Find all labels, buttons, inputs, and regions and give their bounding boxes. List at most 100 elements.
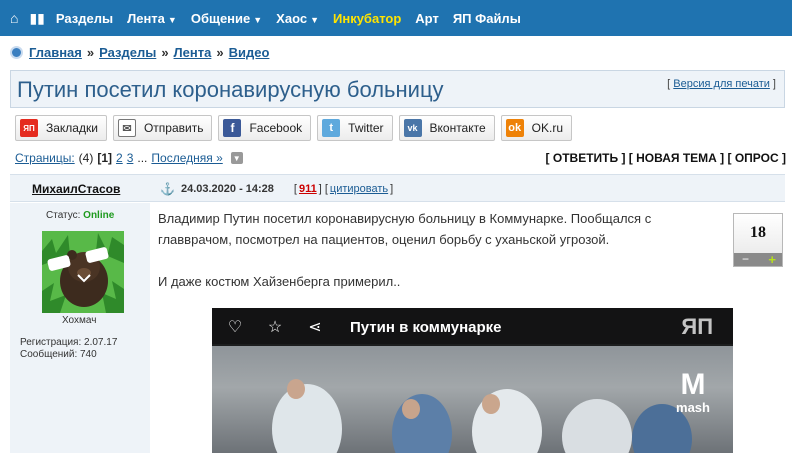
print-version: [ Версия для печати ] xyxy=(667,78,776,90)
anchor-icon[interactable]: ⚓ xyxy=(160,182,175,196)
page-jump-dropdown-icon[interactable]: ▼ xyxy=(230,152,243,164)
post-paragraph: Владимир Путин посетил коронавирусную бо… xyxy=(158,211,652,247)
rate-down-icon[interactable]: − xyxy=(742,253,749,266)
bear-avatar-image xyxy=(42,231,124,313)
share-icon[interactable]: ⋖ xyxy=(306,317,324,337)
top-navigation: ⌂ ▮▮ Разделы Лента ▼ Общение ▼ Хаос ▼ Инкубатор… xyxy=(0,0,792,36)
nav-items: Разделы Лента ▼ Общение ▼ Хаос ▼ Инкубатор Арт ЯП… xyxy=(56,11,535,26)
share-button[interactable]: ok OK.ru xyxy=(500,115,572,141)
topic-actions: [ ОТВЕТИТЬ ] [ НОВАЯ ТЕМА ] [ ОПРОС ] xyxy=(545,151,786,165)
user-messages: Сообщений: 740 xyxy=(20,349,97,360)
pages-count: (4) xyxy=(78,151,94,165)
video-player[interactable]: ♡ ☆ ⋖ Путин в коммунарке ЯП M mash xyxy=(212,308,733,453)
breadcrumb-sections[interactable]: Разделы xyxy=(99,45,156,60)
rating-controls: − + xyxy=(734,253,782,266)
share-button-label: Закладки xyxy=(46,121,98,135)
reply-button[interactable]: ОТВЕТИТЬ xyxy=(553,151,618,165)
mash-logo-mark: M xyxy=(680,368,706,401)
post-body: Владимир Путин посетил коронавирусную бо… xyxy=(158,208,718,313)
share-button-label: Вконтакте xyxy=(429,121,486,135)
poll-button[interactable]: ОПРОС xyxy=(735,151,779,165)
nav-item[interactable]: ЯП Файлы xyxy=(453,11,521,26)
breadcrumb-home[interactable]: Главная xyxy=(29,45,82,60)
mail-icon: ✉ xyxy=(117,119,136,137)
face-shape xyxy=(482,394,500,414)
breadcrumb-separator: » xyxy=(86,44,95,60)
ok-icon: ok xyxy=(505,119,524,137)
user-rank: Хохмач xyxy=(62,315,97,326)
video-frame xyxy=(212,344,733,453)
mash-logo-text: mash xyxy=(676,400,710,415)
twitter-icon: t xyxy=(322,119,341,137)
breadcrumb-bullet-icon xyxy=(10,45,23,59)
status-online: Online xyxy=(83,210,115,221)
post-author[interactable]: МихаилСтасов xyxy=(32,182,120,196)
share-button-label: Отправить xyxy=(143,121,204,135)
nav-item-label: Инкубатор xyxy=(333,10,402,26)
share-button[interactable]: ✉ Отправить xyxy=(112,115,213,141)
breadcrumb-separator: » xyxy=(161,44,169,60)
last-page-link[interactable]: Последняя » xyxy=(151,151,222,165)
avatar[interactable] xyxy=(42,231,124,313)
nav-item[interactable]: Инкубатор xyxy=(333,11,401,26)
new-topic-button[interactable]: НОВАЯ ТЕМА xyxy=(636,151,717,165)
nav-item-label: Арт xyxy=(415,10,439,26)
facebook-icon: f xyxy=(223,119,242,137)
pages-label[interactable]: Страницы: xyxy=(15,151,75,165)
user-panel: Статус: Online Хохмач Регистрация: 2.07.… xyxy=(10,203,150,453)
video-title: Путин в коммунарке xyxy=(350,318,502,336)
video-toolbar: ♡ ☆ ⋖ Путин в коммунарке xyxy=(212,308,733,346)
share-button-label: OK.ru xyxy=(531,121,563,135)
topic-header: Путин посетил коронавирусную больницу [ … xyxy=(10,70,785,108)
share-bar: ЯП Закладки ✉ Отправить f Facebook t Twitter vk В… xyxy=(15,115,578,141)
vk-icon: vk xyxy=(403,119,422,137)
share-button-label: Twitter xyxy=(348,121,384,135)
nav-item-label: ЯП Файлы xyxy=(452,10,521,26)
stats-icon[interactable]: ▮▮ xyxy=(29,11,44,25)
heart-icon[interactable]: ♡ xyxy=(226,317,244,337)
yp-watermark: ЯП xyxy=(681,314,713,339)
rating-value: 18 xyxy=(750,224,766,241)
post-number[interactable]: 911 xyxy=(299,183,317,195)
share-button[interactable]: t Twitter xyxy=(317,115,393,141)
nav-item-label: Лента xyxy=(127,10,165,26)
share-button-label: Facebook xyxy=(249,121,303,135)
nav-item[interactable]: Арт xyxy=(415,11,439,26)
nav-item[interactable]: Разделы xyxy=(56,11,113,26)
nav-item[interactable]: Лента ▼ xyxy=(127,11,177,26)
post-date: 24.03.2020 - 14:28 xyxy=(180,183,274,195)
share-button[interactable]: f Facebook xyxy=(218,115,312,141)
chevron-down-icon: ▼ xyxy=(167,14,177,25)
user-info: Регистрация: 2.07.17 Сообщений: 740 xyxy=(20,337,117,361)
mash-logo: M mash xyxy=(667,368,719,416)
status-label: Статус: xyxy=(46,210,81,221)
share-button[interactable]: vk Вконтакте xyxy=(398,115,495,141)
face-shape xyxy=(287,379,305,399)
page-link-3[interactable]: 3 xyxy=(127,151,134,165)
quote-button[interactable]: цитировать xyxy=(330,183,388,195)
chevron-down-icon: ▼ xyxy=(310,14,319,25)
breadcrumb-feed[interactable]: Лента xyxy=(174,45,212,60)
home-icon[interactable]: ⌂ xyxy=(10,11,18,25)
nav-item-label: Разделы xyxy=(55,10,114,26)
nav-item-label: Хаос xyxy=(276,10,308,26)
star-icon[interactable]: ☆ xyxy=(266,317,284,337)
face-shape xyxy=(402,399,420,419)
chevron-down-icon: ▼ xyxy=(253,14,263,25)
figure-shape xyxy=(392,394,452,453)
pages-ellipsis: ... xyxy=(137,151,148,165)
breadcrumb-video[interactable]: Видео xyxy=(229,45,270,60)
share-button[interactable]: ЯП Закладки xyxy=(15,115,107,141)
current-page: [1] xyxy=(97,151,113,165)
nav-item[interactable]: Общение ▼ xyxy=(191,11,262,26)
breadcrumb-separator: » xyxy=(216,44,224,60)
post-meta: ⚓ 24.03.2020 - 14:28 [ 911 ] [ цитироват… xyxy=(160,182,394,196)
nav-item[interactable]: Хаос ▼ xyxy=(276,11,319,26)
print-version-link[interactable]: Версия для печати xyxy=(673,78,770,90)
figure-shape xyxy=(272,384,342,453)
rate-up-icon[interactable]: + xyxy=(768,253,776,266)
post-paragraph: И даже костюм Хайзенберга примерил.. xyxy=(158,274,401,289)
user-status: Статус: Online xyxy=(46,210,114,221)
nav-item-label: Общение xyxy=(190,10,251,26)
page-link-2[interactable]: 2 xyxy=(116,151,123,165)
